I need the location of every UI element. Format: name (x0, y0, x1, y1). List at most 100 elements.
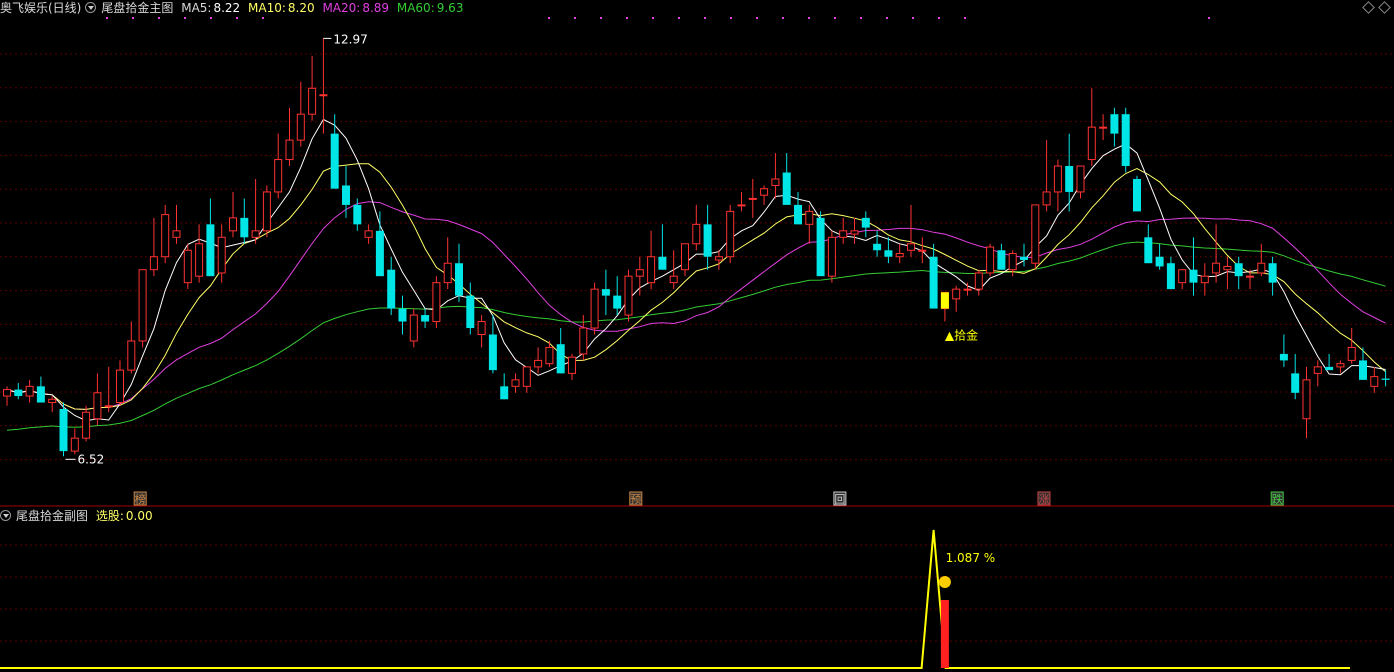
candle (240, 198, 249, 244)
candle (1257, 243, 1266, 277)
candle (850, 217, 859, 244)
candle (782, 153, 791, 205)
candle-body (907, 243, 915, 251)
candle-body (884, 250, 893, 257)
candle (330, 114, 339, 189)
candle (206, 198, 215, 277)
candle-body (342, 185, 350, 205)
candle (545, 340, 554, 367)
candle-body (658, 256, 667, 270)
top-dot (600, 17, 602, 19)
candle (364, 224, 373, 244)
top-dot (782, 17, 784, 19)
candle (1359, 347, 1367, 380)
candle-body (669, 275, 678, 284)
top-dot (678, 17, 680, 19)
top-dot (730, 17, 732, 19)
candle-body (997, 250, 1006, 270)
candle (296, 81, 305, 147)
candle (48, 396, 57, 413)
candle-body (500, 386, 509, 400)
candle-body (613, 295, 622, 309)
candle-body (590, 288, 599, 329)
candle (1302, 366, 1311, 439)
candle (432, 276, 441, 329)
candle (1144, 224, 1153, 264)
candle-body (511, 379, 520, 387)
candle-body (1336, 363, 1345, 368)
candle (613, 276, 622, 316)
candle-body (1246, 275, 1254, 278)
candle-body (816, 217, 825, 277)
candle-body (805, 210, 814, 225)
candle (1121, 107, 1130, 173)
candle (737, 191, 746, 212)
candle (285, 107, 294, 167)
candle-body (647, 256, 656, 284)
smiley-icon (938, 576, 951, 588)
candle (229, 191, 237, 238)
top-dot (158, 17, 160, 19)
candle-body (579, 327, 588, 355)
candle (1053, 159, 1062, 212)
top-dot (1208, 17, 1210, 19)
candle-body (330, 133, 339, 189)
candle (1234, 256, 1243, 290)
candle (556, 328, 565, 374)
candle-body (760, 188, 769, 196)
candle-body (873, 243, 882, 251)
candle-body (1268, 263, 1277, 283)
candle-body (127, 340, 136, 371)
candle-body (1200, 275, 1209, 284)
candle (1189, 237, 1198, 296)
candle (1279, 334, 1288, 367)
candle (522, 366, 531, 393)
candle (375, 211, 384, 277)
marker-label: 榜 (135, 492, 146, 506)
candle-body (161, 214, 170, 258)
candle-body (692, 223, 701, 245)
candle (794, 191, 802, 225)
candle-body (1291, 373, 1300, 393)
candle-body (771, 178, 780, 186)
candle (319, 38, 328, 134)
candle-body (25, 385, 34, 397)
event-markers: 榜预回涨跌 (133, 491, 1284, 506)
candle-body (262, 191, 271, 232)
candle (884, 237, 893, 264)
candle-body (827, 236, 836, 277)
candle-body (1257, 262, 1266, 274)
candle (929, 243, 938, 309)
annotations: 12.97 6.52 ▲拾金 1.087 % (65, 32, 995, 565)
candle-body (251, 230, 260, 238)
candle (127, 321, 136, 374)
candle (816, 211, 825, 277)
kline-chart[interactable]: 12.97 6.52 ▲拾金 1.087 % 榜 预 回 涨 跌 (0, 0, 1394, 672)
candle-body (398, 308, 407, 322)
candle-body (974, 272, 983, 290)
sub-chart (0, 529, 1350, 669)
candle-body (364, 230, 373, 238)
candle (1042, 140, 1051, 212)
candle-body (861, 217, 870, 228)
candle (681, 243, 689, 277)
candle (36, 376, 45, 403)
grid (0, 17, 1394, 642)
candle-body (229, 217, 237, 232)
candle-body (387, 269, 396, 309)
candle-body (1042, 191, 1051, 206)
candle-body (952, 288, 961, 300)
candle-body (1370, 376, 1379, 387)
candle-body (986, 246, 995, 274)
top-dot (132, 17, 134, 19)
candle-body (296, 113, 305, 141)
top-dot (886, 17, 888, 19)
candle-body (149, 256, 158, 271)
candle (14, 383, 23, 400)
candle-body (1144, 237, 1153, 264)
candle-body (850, 230, 859, 235)
candle-body (1325, 366, 1334, 371)
candle (952, 285, 961, 312)
candle (443, 237, 452, 290)
candle-body (3, 389, 11, 397)
